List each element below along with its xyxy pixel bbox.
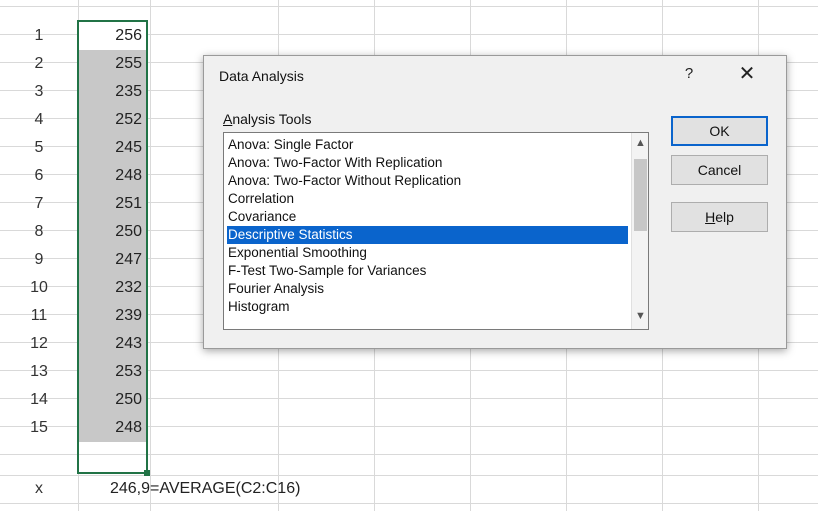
list-item[interactable]: Covariance	[228, 208, 296, 226]
data-cell[interactable]: 239	[78, 302, 146, 330]
column-divider	[150, 0, 151, 511]
analysis-tools-label: Analysis Tools	[223, 111, 311, 127]
row-number: 13	[30, 363, 48, 380]
row-number: 12	[30, 335, 48, 352]
row-number: 1	[34, 27, 44, 44]
help-icon[interactable]: ?	[676, 62, 702, 86]
row-number: 2	[34, 55, 44, 72]
list-item[interactable]: Exponential Smoothing	[228, 244, 367, 262]
row-number: 14	[30, 391, 48, 408]
list-scrollbar[interactable]: ▲ ▼	[631, 133, 648, 329]
list-item[interactable]: Anova: Two-Factor Without Replication	[228, 172, 461, 190]
data-cell[interactable]: 232	[78, 274, 146, 302]
help-button[interactable]: Help	[671, 202, 768, 232]
list-item[interactable]: Histogram	[228, 298, 290, 316]
data-cell[interactable]: 251	[78, 190, 146, 218]
list-item[interactable]: Correlation	[228, 190, 294, 208]
row-number: 9	[34, 251, 44, 268]
formula-text[interactable]: =AVERAGE(C2:C16)	[150, 475, 300, 503]
data-cell[interactable]: 252	[78, 106, 146, 134]
data-cell[interactable]: 256	[78, 22, 146, 50]
list-item[interactable]: Anova: Two-Factor With Replication	[228, 154, 442, 172]
scroll-up-icon[interactable]: ▲	[632, 135, 648, 152]
data-cell[interactable]: 235	[78, 78, 146, 106]
close-icon[interactable]: ✕	[732, 62, 762, 86]
data-cell[interactable]: 250	[78, 386, 146, 414]
row-divider	[0, 503, 818, 504]
average-cell[interactable]: 246,9	[78, 475, 150, 503]
access-key: A	[223, 111, 233, 127]
list-item[interactable]: Anova: Single Factor	[228, 136, 353, 154]
row-number: 5	[34, 139, 44, 156]
row-divider	[0, 454, 818, 455]
data-cell[interactable]: 245	[78, 134, 146, 162]
analysis-tools-list[interactable]: Anova: Single Factor Anova: Two-Factor W…	[223, 132, 649, 330]
data-analysis-dialog: Data Analysis ? ✕ Analysis Tools Anova: …	[203, 55, 787, 349]
access-key: H	[705, 209, 716, 225]
data-cell[interactable]: 247	[78, 246, 146, 274]
label-text: nalysis Tools	[232, 111, 312, 127]
scroll-thumb[interactable]	[634, 159, 647, 231]
list-item[interactable]: F-Test Two-Sample for Variances	[228, 262, 426, 280]
row-number: 8	[34, 223, 44, 240]
list-item-selected[interactable]: Descriptive Statistics	[227, 226, 628, 244]
row-number	[0, 442, 78, 470]
summary-label: x	[35, 480, 43, 497]
data-cell[interactable]: 253	[78, 358, 146, 386]
row-number: 15	[30, 419, 48, 436]
row-number: 11	[30, 307, 48, 324]
list-item[interactable]: Fourier Analysis	[228, 280, 324, 298]
data-cell[interactable]: 243	[78, 330, 146, 358]
data-cell[interactable]: 255	[78, 50, 146, 78]
data-cell[interactable]: 248	[78, 162, 146, 190]
data-cell[interactable]: 248	[78, 414, 146, 442]
row-number: 7	[34, 195, 44, 212]
dialog-title: Data Analysis	[219, 68, 304, 84]
data-cell[interactable]: 250	[78, 218, 146, 246]
row-number: 6	[34, 167, 44, 184]
ok-button[interactable]: OK	[671, 116, 768, 146]
button-text: elp	[715, 209, 734, 225]
scroll-down-icon[interactable]: ▼	[632, 308, 648, 325]
cancel-button[interactable]: Cancel	[671, 155, 768, 185]
row-number: 3	[34, 83, 44, 100]
row-number: 4	[34, 111, 44, 128]
row-divider	[0, 6, 818, 7]
row-number: 10	[30, 279, 48, 296]
